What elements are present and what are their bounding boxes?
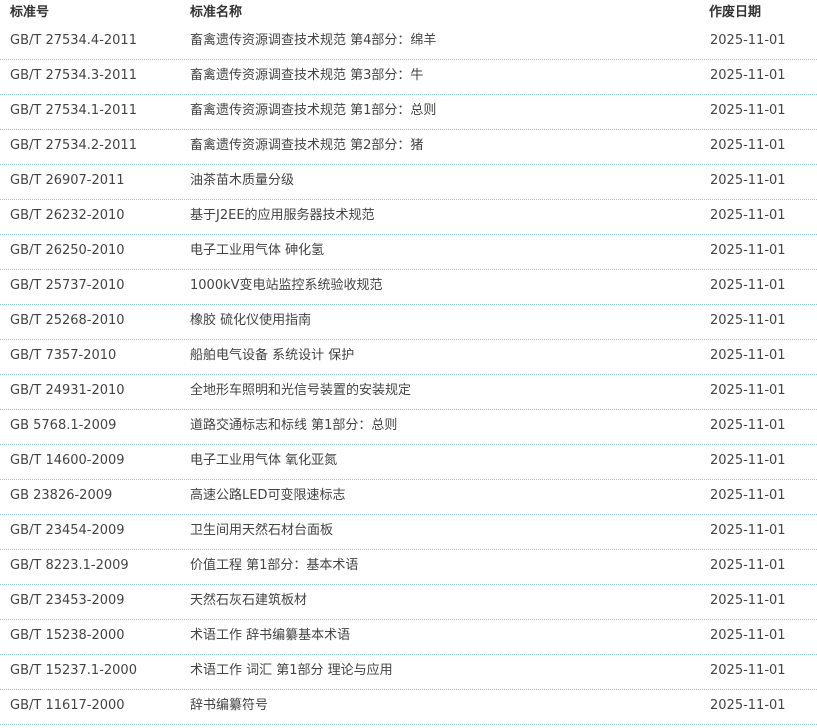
table-row[interactable]: GB/T 26232-2010 基于J2EE的应用服务器技术规范 2025-11-0… — [0, 200, 817, 235]
standard-name-cell[interactable]: 畜禽遗传资源调查技术规范 第3部分：牛 — [190, 60, 423, 91]
table-row[interactable]: GB/T 27534.3-2011 畜禽遗传资源调查技术规范 第3部分：牛 2025… — [0, 60, 817, 95]
standard-code-cell[interactable]: GB/T 11617-2000 — [10, 690, 125, 721]
void-date-cell: 2025-11-01 — [710, 383, 786, 398]
void-date-cell: 2025-11-01 — [710, 208, 786, 223]
standard-name-cell[interactable]: 术语工作 辞书编纂基本术语 — [190, 620, 350, 651]
standard-name-cell[interactable]: 船舶电气设备 系统设计 保护 — [190, 340, 354, 371]
void-date-cell: 2025-11-01 — [710, 558, 786, 573]
table-row[interactable]: GB/T 25268-2010 橡胶 硫化仪使用指南 2025-11-01 — [0, 305, 817, 340]
void-date-cell: 2025-11-01 — [710, 593, 786, 608]
standard-code-cell[interactable]: GB/T 7357-2010 — [10, 340, 116, 371]
void-date-cell: 2025-11-01 — [710, 523, 786, 538]
standard-code-cell[interactable]: GB/T 25268-2010 — [10, 305, 125, 336]
header-void-date: 作废日期 — [709, 5, 762, 20]
void-date-cell: 2025-11-01 — [710, 33, 786, 48]
standard-name-cell[interactable]: 道路交通标志和标线 第1部分：总则 — [190, 410, 397, 441]
standard-name-cell[interactable]: 橡胶 硫化仪使用指南 — [190, 305, 311, 336]
table-row[interactable]: GB/T 15237.1-2000 术语工作 词汇 第1部分 理论与应用 2025-… — [0, 655, 817, 690]
standard-code-cell[interactable]: GB/T 24931-2010 — [10, 375, 125, 406]
standard-name-cell[interactable]: 价值工程 第1部分：基本术语 — [190, 550, 358, 581]
standard-code-cell[interactable]: GB/T 14600-2009 — [10, 445, 125, 476]
void-date-cell: 2025-11-01 — [710, 453, 786, 468]
table-row[interactable]: GB 5768.1-2009 道路交通标志和标线 第1部分：总则 2025-11-0… — [0, 410, 817, 445]
standard-code-cell[interactable]: GB/T 15238-2000 — [10, 620, 125, 651]
void-date-cell: 2025-11-01 — [710, 628, 786, 643]
standard-code-cell[interactable]: GB/T 26250-2010 — [10, 235, 125, 266]
standard-name-cell[interactable]: 术语工作 词汇 第1部分 理论与应用 — [190, 655, 393, 686]
table-row[interactable]: GB/T 14600-2009 电子工业用气体 氧化亚氮 2025-11-01 — [0, 445, 817, 480]
standard-code-cell[interactable]: GB 23826-2009 — [10, 480, 112, 511]
table-row[interactable]: GB/T 26250-2010 电子工业用气体 砷化氢 2025-11-01 — [0, 235, 817, 270]
standard-code-cell[interactable]: GB 5768.1-2009 — [10, 410, 116, 441]
header-standard-code: 标准号 — [10, 5, 50, 20]
table-row[interactable]: GB/T 27534.4-2011 畜禽遗传资源调查技术规范 第4部分：绵羊 202… — [0, 25, 817, 60]
standard-name-cell[interactable]: 畜禽遗传资源调查技术规范 第1部分：总则 — [190, 95, 436, 126]
standard-code-cell[interactable]: GB/T 27534.3-2011 — [10, 60, 137, 91]
void-date-cell: 2025-11-01 — [710, 488, 786, 503]
standard-code-cell[interactable]: GB/T 25737-2010 — [10, 270, 125, 301]
standard-code-cell[interactable]: GB/T 23453-2009 — [10, 585, 125, 616]
standard-code-cell[interactable]: GB/T 27534.1-2011 — [10, 95, 137, 126]
void-date-cell: 2025-11-01 — [710, 313, 786, 328]
table-header: 标准号 标准名称 作废日期 — [0, 0, 817, 25]
standard-code-cell[interactable]: GB/T 23454-2009 — [10, 515, 125, 546]
table-row[interactable]: GB/T 11617-2000 辞书编纂符号 2025-11-01 — [0, 690, 817, 725]
standard-code-cell[interactable]: GB/T 8223.1-2009 — [10, 550, 129, 581]
standard-name-cell[interactable]: 电子工业用气体 砷化氢 — [190, 235, 324, 266]
void-date-cell: 2025-11-01 — [710, 243, 786, 258]
void-date-cell: 2025-11-01 — [710, 698, 786, 713]
table-row[interactable]: GB/T 15238-2000 术语工作 辞书编纂基本术语 2025-11-01 — [0, 620, 817, 655]
table-row[interactable]: GB 23826-2009 高速公路LED可变限速标志 2025-11-01 — [0, 480, 817, 515]
standard-name-cell[interactable]: 1000kV变电站监控系统验收规范 — [190, 270, 383, 301]
standard-code-cell[interactable]: GB/T 15237.1-2000 — [10, 655, 137, 686]
table-row[interactable]: GB/T 23454-2009 卫生间用天然石材台面板 2025-11-01 — [0, 515, 817, 550]
standard-code-cell[interactable]: GB/T 26907-2011 — [10, 165, 125, 196]
table-row[interactable]: GB/T 27534.1-2011 畜禽遗传资源调查技术规范 第1部分：总则 202… — [0, 95, 817, 130]
void-date-cell: 2025-11-01 — [710, 663, 786, 678]
table-row[interactable]: GB/T 8223.1-2009 价值工程 第1部分：基本术语 2025-11-01 — [0, 550, 817, 585]
standard-name-cell[interactable]: 基于J2EE的应用服务器技术规范 — [190, 200, 375, 231]
standard-name-cell[interactable]: 电子工业用气体 氧化亚氮 — [190, 445, 337, 476]
table-row[interactable]: GB/T 23453-2009 天然石灰石建筑板材 2025-11-01 — [0, 585, 817, 620]
table-row[interactable]: GB/T 25737-2010 1000kV变电站监控系统验收规范 2025-11-… — [0, 270, 817, 305]
void-date-cell: 2025-11-01 — [710, 418, 786, 433]
standard-code-cell[interactable]: GB/T 27534.2-2011 — [10, 130, 137, 161]
standard-name-cell[interactable]: 高速公路LED可变限速标志 — [190, 480, 345, 511]
void-date-cell: 2025-11-01 — [710, 138, 786, 153]
void-date-cell: 2025-11-01 — [710, 68, 786, 83]
void-date-cell: 2025-11-01 — [710, 173, 786, 188]
standard-code-cell[interactable]: GB/T 26232-2010 — [10, 200, 125, 231]
table-row[interactable]: GB/T 24931-2010 全地形车照明和光信号装置的安装规定 2025-11-… — [0, 375, 817, 410]
void-date-cell: 2025-11-01 — [710, 278, 786, 293]
standard-name-cell[interactable]: 全地形车照明和光信号装置的安装规定 — [190, 375, 411, 406]
void-date-cell: 2025-11-01 — [710, 348, 786, 363]
standard-code-cell[interactable]: GB/T 27534.4-2011 — [10, 25, 137, 56]
standard-name-cell[interactable]: 畜禽遗传资源调查技术规范 第4部分：绵羊 — [190, 25, 436, 56]
standard-name-cell[interactable]: 天然石灰石建筑板材 — [190, 585, 307, 616]
table-body: GB/T 27534.4-2011 畜禽遗传资源调查技术规范 第4部分：绵羊 202… — [0, 25, 817, 725]
table-row[interactable]: GB/T 27534.2-2011 畜禽遗传资源调查技术规范 第2部分：猪 2025… — [0, 130, 817, 165]
standard-name-cell[interactable]: 卫生间用天然石材台面板 — [190, 515, 333, 546]
standard-name-cell[interactable]: 油茶苗木质量分级 — [190, 165, 294, 196]
standard-name-cell[interactable]: 辞书编纂符号 — [190, 690, 268, 721]
standard-name-cell[interactable]: 畜禽遗传资源调查技术规范 第2部分：猪 — [190, 130, 423, 161]
standards-table: 标准号 标准名称 作废日期 GB/T 27534.4-2011 畜禽遗传资源调查技… — [0, 0, 817, 725]
void-date-cell: 2025-11-01 — [710, 103, 786, 118]
table-row[interactable]: GB/T 26907-2011 油茶苗木质量分级 2025-11-01 — [0, 165, 817, 200]
table-row[interactable]: GB/T 7357-2010 船舶电气设备 系统设计 保护 2025-11-01 — [0, 340, 817, 375]
header-standard-name: 标准名称 — [190, 5, 243, 20]
